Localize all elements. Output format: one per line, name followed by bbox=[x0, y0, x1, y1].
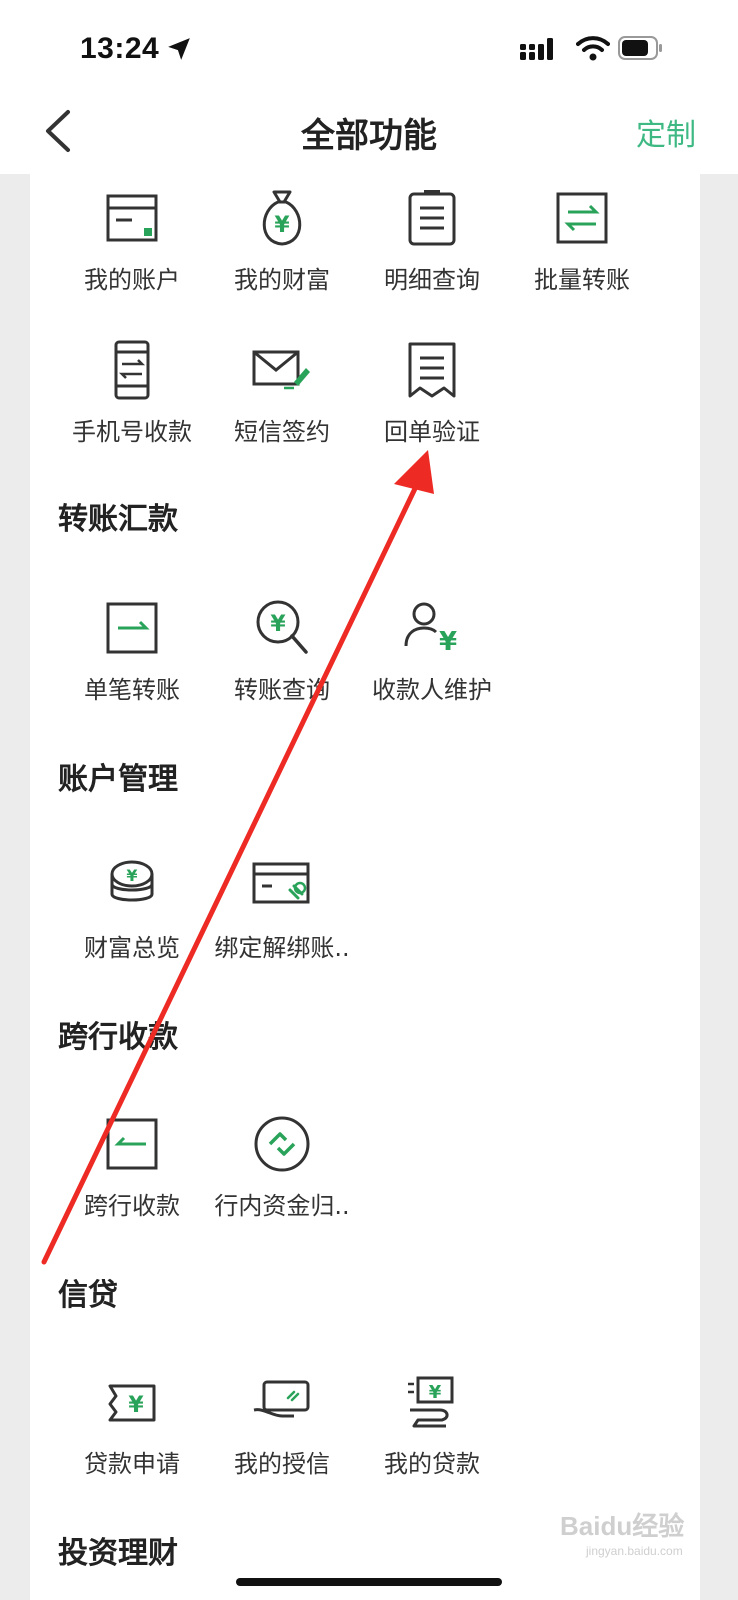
function-label: 贷款申请 bbox=[84, 1450, 180, 1478]
section-title-account: 账户管理 bbox=[58, 762, 178, 797]
function-label: 绑定解绑账.. bbox=[214, 934, 350, 962]
phone-transfer-icon bbox=[114, 340, 150, 400]
function-interbank-receive[interactable]: 跨行收款 bbox=[52, 1112, 212, 1242]
section-title-investment: 投资理财 bbox=[58, 1536, 178, 1571]
function-label: 转账查询 bbox=[234, 676, 330, 704]
fund-collection-icon bbox=[254, 1116, 310, 1172]
watermark-url: jingyan.baidu.com bbox=[586, 1544, 683, 1558]
svg-text:¥: ¥ bbox=[128, 1393, 144, 1418]
credit-hand-icon bbox=[253, 1380, 310, 1418]
function-label: 批量转账 bbox=[534, 266, 630, 294]
nav-bar: 全部功能 定制 bbox=[0, 90, 738, 174]
svg-text:¥: ¥ bbox=[439, 627, 457, 657]
money-bag-icon: ¥ bbox=[262, 190, 302, 246]
function-label: 明细查询 bbox=[384, 266, 480, 294]
function-my-credit[interactable]: 我的授信 bbox=[202, 1370, 362, 1500]
function-label: 回单验证 bbox=[384, 418, 480, 446]
loan-apply-icon: ¥ bbox=[108, 1384, 156, 1422]
function-label: 我的账户 bbox=[84, 266, 180, 294]
watermark-brand: Baidu经验 bbox=[560, 1511, 685, 1541]
sms-envelope-icon bbox=[252, 350, 310, 390]
customize-button[interactable]: 定制 bbox=[636, 110, 696, 154]
function-label: 手机号收款 bbox=[72, 418, 192, 446]
section-title-transfer: 转账汇款 bbox=[58, 502, 178, 537]
function-label: 我的授信 bbox=[234, 1450, 330, 1478]
function-label: 行内资金归.. bbox=[214, 1192, 350, 1220]
function-label: 跨行收款 bbox=[84, 1192, 180, 1220]
payee-icon: ¥ bbox=[404, 602, 457, 657]
status-time: 13:24 bbox=[80, 32, 160, 65]
function-wealth-overview[interactable]: ¥ 财富总览 bbox=[52, 854, 212, 984]
search-yuan-icon: ¥ bbox=[256, 600, 308, 654]
single-transfer-icon bbox=[106, 602, 158, 654]
function-label: 我的贷款 bbox=[384, 1450, 480, 1478]
cellular-signal-icon bbox=[520, 38, 553, 60]
function-loan-apply[interactable]: ¥ 贷款申请 bbox=[52, 1370, 212, 1500]
function-single-transfer[interactable]: 单笔转账 bbox=[52, 596, 212, 726]
page-title: 全部功能 bbox=[301, 116, 437, 156]
function-detail-query[interactable]: 明细查询 bbox=[352, 186, 512, 316]
status-bar: 13:24 bbox=[0, 0, 738, 90]
interbank-receive-icon bbox=[106, 1118, 158, 1170]
function-batch-transfer[interactable]: 批量转账 bbox=[502, 186, 662, 316]
clipboard-list-icon bbox=[408, 190, 456, 246]
home-indicator[interactable] bbox=[236, 1578, 502, 1586]
section-title-credit: 信贷 bbox=[58, 1278, 118, 1313]
function-fund-collection[interactable]: 行内资金归.. bbox=[202, 1112, 362, 1242]
coins-stack-icon: ¥ bbox=[110, 860, 154, 902]
svg-text:¥: ¥ bbox=[126, 866, 137, 885]
function-sms-signing[interactable]: 短信签约 bbox=[202, 338, 362, 468]
function-bind-unbind[interactable]: 绑定解绑账.. bbox=[202, 854, 362, 984]
card-link-icon bbox=[252, 862, 310, 904]
svg-text:¥: ¥ bbox=[274, 213, 290, 238]
my-loan-icon: ¥ bbox=[408, 1376, 454, 1428]
function-my-loan[interactable]: ¥ 我的贷款 bbox=[352, 1370, 512, 1500]
function-label: 收款人维护 bbox=[372, 676, 492, 704]
svg-text:¥: ¥ bbox=[429, 1382, 442, 1403]
function-phone-receive[interactable]: 手机号收款 bbox=[52, 338, 212, 468]
function-label: 财富总览 bbox=[84, 934, 180, 962]
function-label: 单笔转账 bbox=[84, 676, 180, 704]
receipt-icon bbox=[408, 342, 456, 398]
wifi-icon bbox=[576, 36, 610, 61]
section-title-interbank: 跨行收款 bbox=[58, 1020, 178, 1055]
function-list: 我的账户 ¥ 我的财富 明细查询 批量转账 手机号收款 短信签约 回单验证 转账… bbox=[30, 174, 700, 1600]
account-card-icon bbox=[106, 194, 158, 242]
function-label: 短信签约 bbox=[234, 418, 330, 446]
function-receipt-verify[interactable]: 回单验证 bbox=[352, 338, 512, 468]
function-transfer-query[interactable]: ¥ 转账查询 bbox=[202, 596, 362, 726]
function-my-wealth[interactable]: ¥ 我的财富 bbox=[202, 186, 362, 316]
location-arrow-icon bbox=[168, 38, 190, 60]
function-my-account[interactable]: 我的账户 bbox=[52, 186, 212, 316]
transfer-arrows-icon bbox=[556, 192, 608, 244]
battery-icon bbox=[618, 36, 662, 60]
svg-text:¥: ¥ bbox=[270, 612, 286, 637]
function-payee-maintain[interactable]: ¥ 收款人维护 bbox=[352, 596, 512, 726]
function-label: 我的财富 bbox=[234, 266, 330, 294]
